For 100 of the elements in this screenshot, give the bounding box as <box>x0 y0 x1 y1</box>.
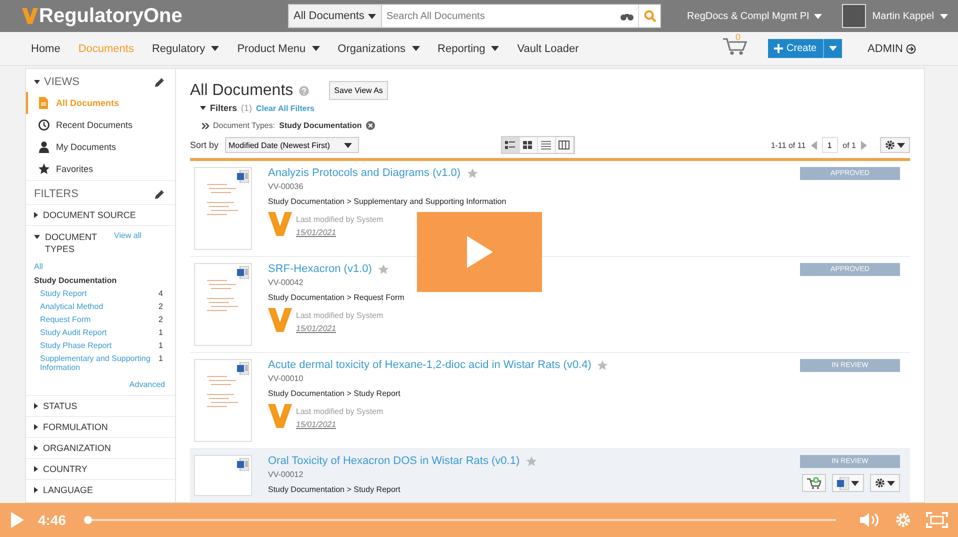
play-control-button[interactable] <box>10 512 24 528</box>
app-logo-text: RegulatoryOne <box>39 4 182 28</box>
caret-icon <box>851 480 859 486</box>
admin-link[interactable]: ADMIN <box>862 42 922 56</box>
play-icon <box>10 512 24 528</box>
fullscreen-button[interactable] <box>926 512 948 528</box>
search-icon <box>644 10 656 22</box>
settings-menu-button[interactable] <box>880 137 910 153</box>
cart-count: 0 <box>736 32 741 42</box>
collapsed-caret-icon <box>34 403 38 409</box>
remove-filter-icon[interactable] <box>366 121 375 130</box>
volume-button[interactable] <box>860 512 880 528</box>
favorite-star-icon[interactable] <box>378 264 389 274</box>
caret-icon <box>887 480 895 486</box>
view-mode-button[interactable] <box>520 137 538 153</box>
nav-link[interactable]: Organizations <box>328 42 429 54</box>
expanded-caret-icon <box>34 80 40 84</box>
filter-section-toggle[interactable]: STATUS <box>26 395 175 416</box>
document-type-icon <box>237 362 249 375</box>
nav-link[interactable]: Product Menu <box>228 42 329 54</box>
settings-icon <box>885 140 895 150</box>
view-item[interactable]: My Documents <box>26 136 175 158</box>
modified-date: 15/01/2021 <box>296 324 338 333</box>
document-actions-button[interactable] <box>832 474 864 492</box>
document-thumbnail[interactable] <box>194 455 252 496</box>
document-type-path: Study Documentation > Supplementary and Supporting Information <box>268 197 508 206</box>
modified-by-text: Last modified by System <box>296 407 384 416</box>
modified-date: 15/01/2021 <box>296 228 338 237</box>
binoculars-icon <box>620 12 634 20</box>
page-title: All Documents <box>190 82 294 100</box>
grid-view-icon <box>522 140 534 150</box>
scrubber-handle[interactable] <box>84 516 92 524</box>
v-logo-icon <box>268 404 292 428</box>
view-mode-button[interactable] <box>538 137 556 153</box>
filter-count: 4 <box>158 289 163 298</box>
document-number: VV-00042 <box>268 278 304 287</box>
filters-label: Filters <box>210 103 238 113</box>
collapsed-caret-icon <box>34 466 38 472</box>
favorite-star-icon[interactable] <box>526 456 537 466</box>
view-mode-button[interactable] <box>556 137 574 153</box>
star-icon <box>38 163 50 175</box>
save-view-button[interactable]: Save View As <box>329 81 388 100</box>
filter-count: 1 <box>158 354 163 365</box>
filter-section-toggle[interactable]: ORGANIZATION <box>26 437 175 458</box>
filter-section-toggle[interactable]: DOCUMENT SOURCE <box>26 204 175 225</box>
play-button[interactable] <box>417 212 542 292</box>
row-settings-button[interactable] <box>870 474 900 492</box>
filters-count: (1) <box>241 103 252 113</box>
filter-section-toggle[interactable]: LANGUAGE <box>26 479 175 500</box>
view-mode-button[interactable] <box>502 137 520 153</box>
play-icon <box>466 236 492 268</box>
expanded-caret-icon <box>34 235 40 239</box>
filter-value: Study Documentation <box>279 121 362 130</box>
document-thumbnail[interactable] <box>194 359 252 442</box>
section-heading: VIEWS <box>44 76 80 88</box>
clock-icon <box>38 119 50 131</box>
document-thumbnail[interactable] <box>194 263 252 346</box>
section-heading: FILTERS <box>34 188 78 200</box>
filter-section-toggle[interactable]: FORMULATION <box>26 416 175 437</box>
result-range: 1-11 of 11 <box>770 140 806 150</box>
columns-view-icon <box>558 140 570 150</box>
volume-icon <box>860 512 880 528</box>
arrow-circle-icon <box>906 44 916 54</box>
nav-link[interactable]: Regulatory <box>142 42 228 54</box>
next-page-icon[interactable] <box>861 140 867 150</box>
filter-section-toggle[interactable]: COUNTRY <box>26 458 175 479</box>
nav-link[interactable]: Reporting <box>428 42 508 54</box>
nav-link[interactable]: Vault Loader <box>508 42 588 54</box>
page-number-field[interactable]: 1 <box>822 137 838 153</box>
v-logo-icon <box>268 308 292 332</box>
vault-selector[interactable]: RegDocs & Compl Mgmt PI <box>681 10 828 22</box>
view-item[interactable]: Favorites <box>26 158 175 180</box>
v-logo-icon <box>22 8 38 24</box>
sort-label: Sort by <box>190 140 219 150</box>
previous-page-icon[interactable] <box>810 140 817 150</box>
filter-section-toggle[interactable]: DOCUMENT TYPES View all <box>26 225 175 260</box>
document-thumbnail[interactable] <box>194 167 252 250</box>
expanded-caret-icon <box>200 106 206 110</box>
document-type-icon <box>837 476 849 490</box>
settings-button[interactable] <box>894 511 912 529</box>
search-scope-dropdown[interactable]: All Documents <box>288 5 382 27</box>
caret-icon <box>344 142 352 148</box>
collapsed-caret-icon <box>34 445 38 451</box>
document-type-path: Study Documentation > Study Report <box>268 485 402 494</box>
add-to-cart-button[interactable] <box>802 474 826 492</box>
pencil-icon[interactable] <box>154 76 165 88</box>
pencil-icon[interactable] <box>154 188 165 200</box>
user-menu[interactable]: Martin Kappel <box>842 4 948 28</box>
document-icon <box>38 97 50 109</box>
view-item[interactable]: Recent Documents <box>26 114 175 136</box>
settings-icon <box>894 511 912 529</box>
filter-count: 1 <box>158 328 163 337</box>
filter-count: 2 <box>158 302 163 311</box>
nav-link[interactable]: Home <box>22 42 70 54</box>
help-icon <box>299 86 310 96</box>
favorite-star-icon[interactable] <box>466 168 478 178</box>
search-field[interactable]: All Documents Search All Documents <box>288 4 662 28</box>
modified-by-text: Last modified by System <box>296 215 384 224</box>
sort-dropdown[interactable]: Modified Date (Newest First) <box>224 137 359 153</box>
favorite-star-icon[interactable] <box>597 360 608 370</box>
